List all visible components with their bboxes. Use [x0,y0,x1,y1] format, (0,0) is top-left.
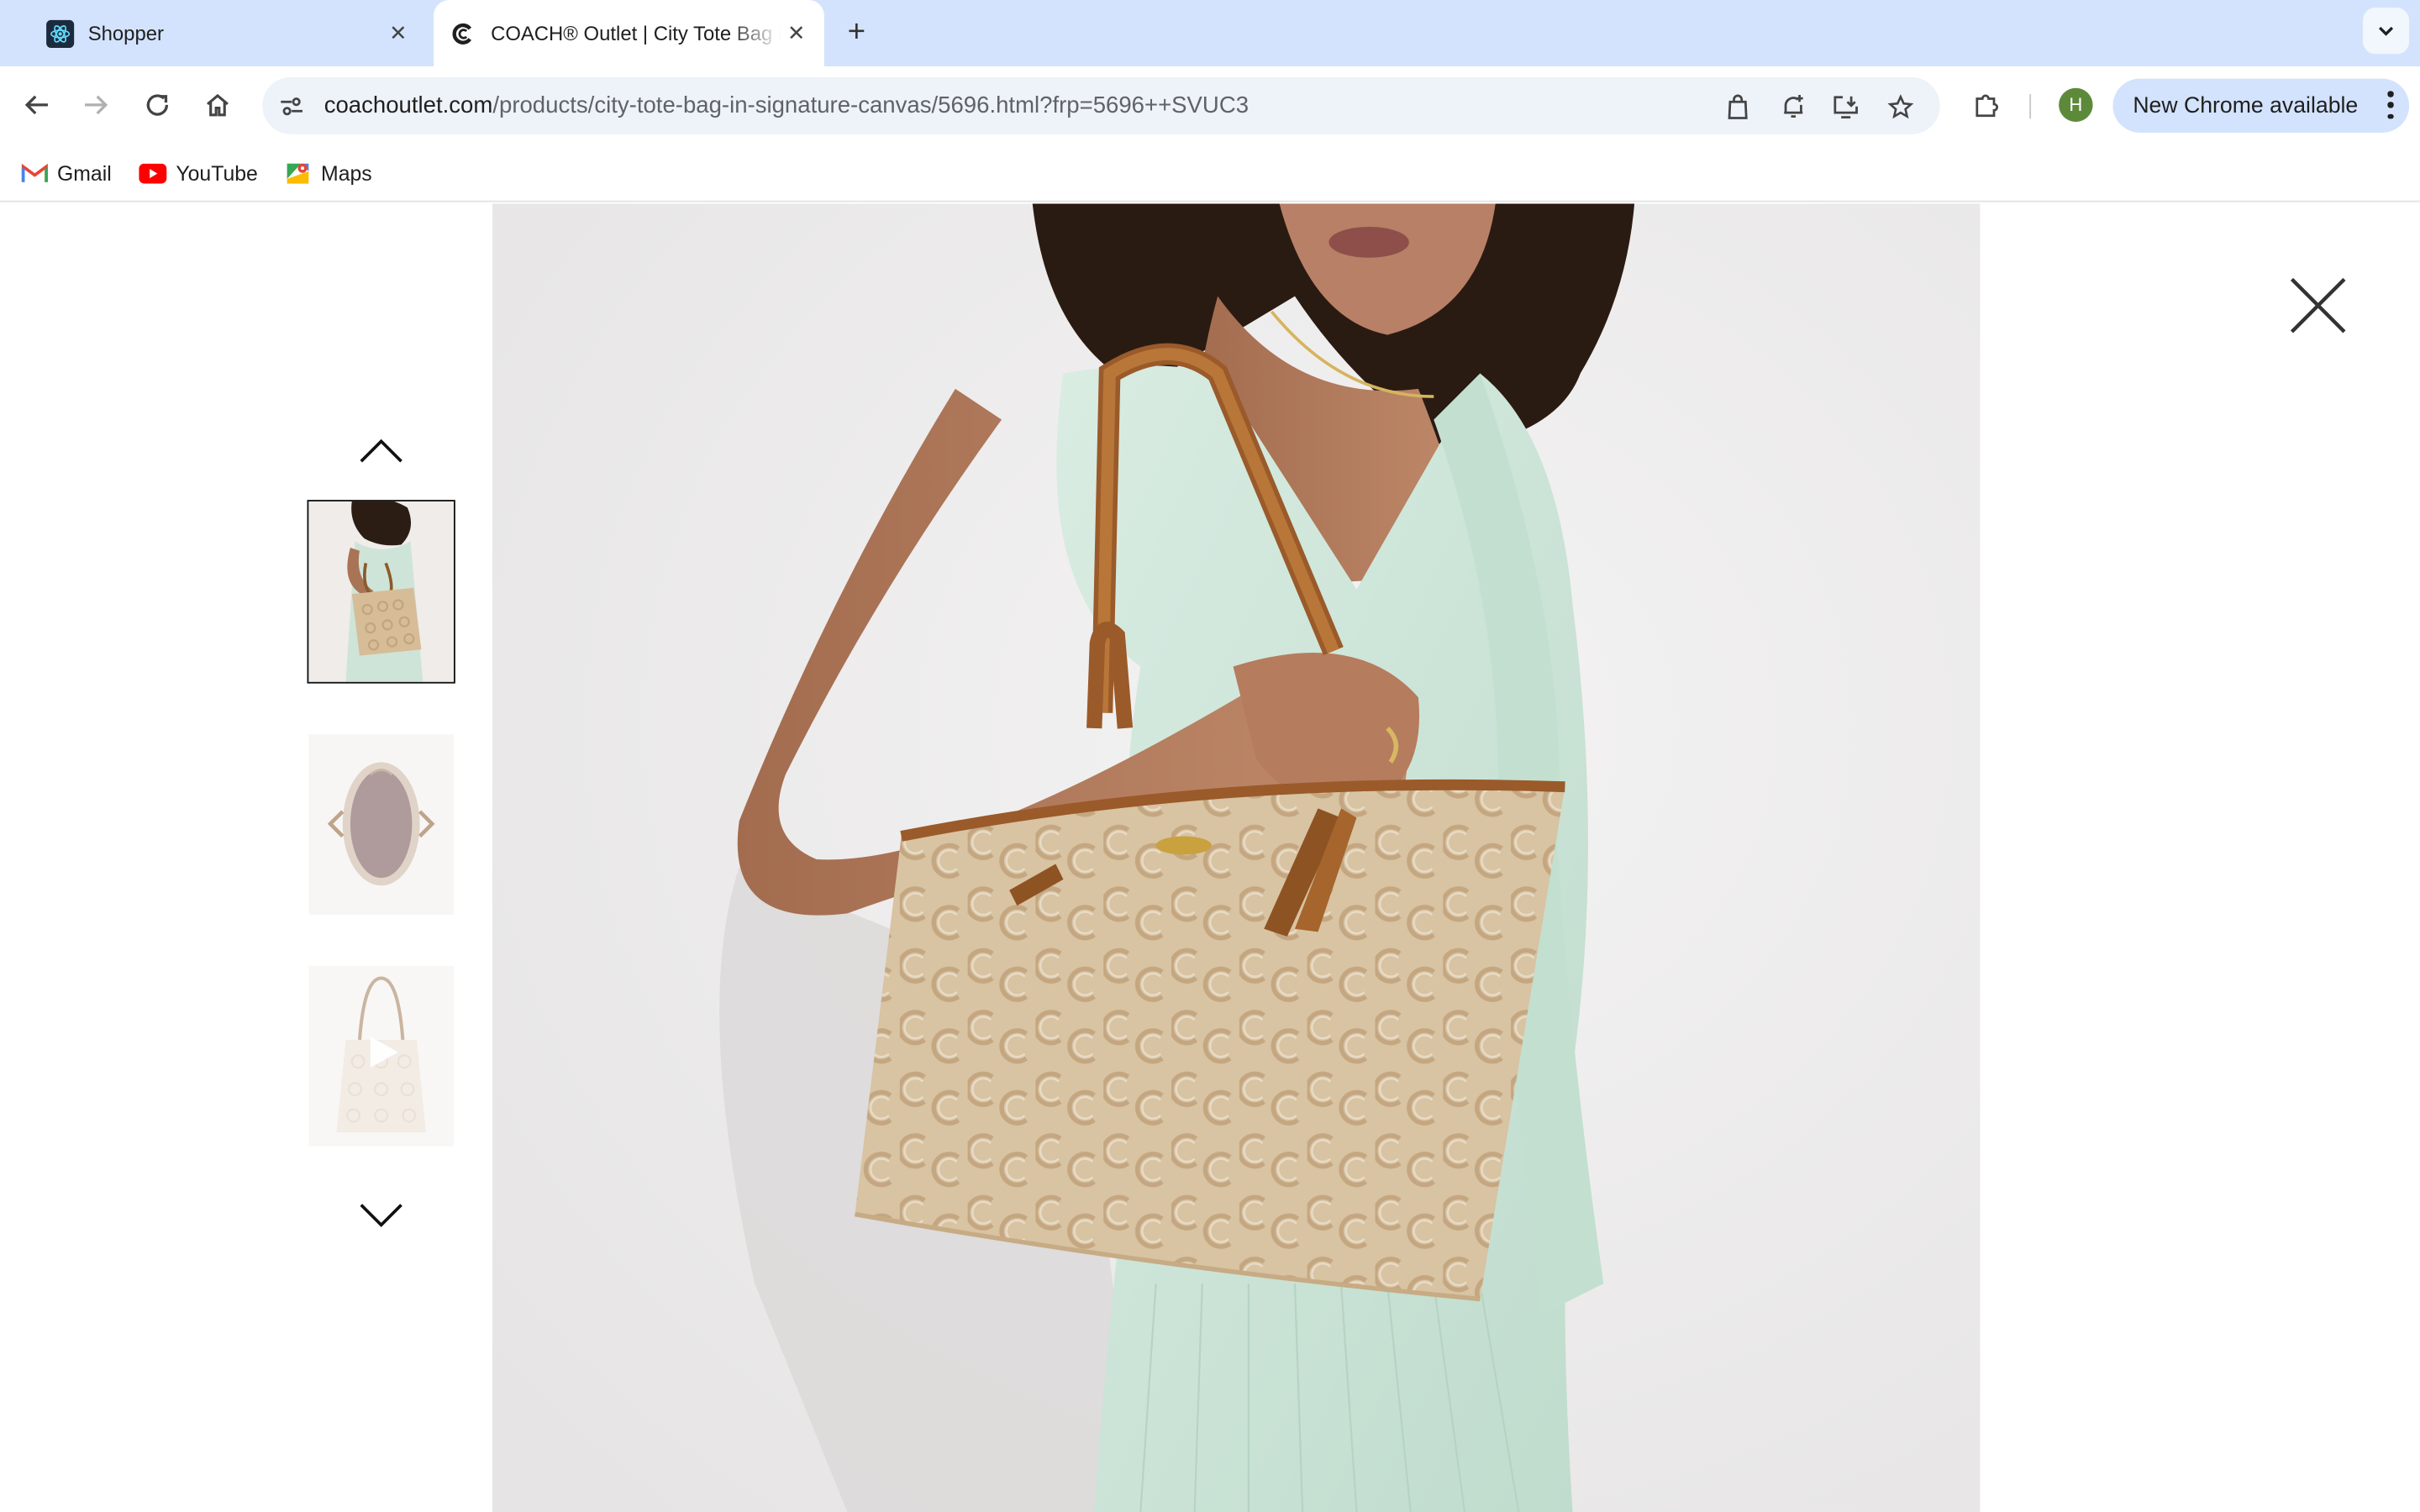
home-icon [207,93,229,117]
puzzle-icon [1975,94,1999,118]
thumbnail-image [308,501,454,682]
shopping-bag-icon[interactable] [1721,90,1754,123]
main-product-image [492,203,1981,1512]
react-atom-icon [46,18,75,48]
thumbnail-model-wearing-tote[interactable] [307,500,455,684]
profile-avatar[interactable]: H [2059,87,2093,123]
update-label: New Chrome available [2133,93,2359,118]
back-button[interactable] [17,85,57,125]
kebab-menu-icon[interactable] [2387,91,2394,119]
maps-icon [284,160,312,185]
chevron-down-icon [360,1204,402,1227]
bookmarks-bar: Gmail YouTube Maps [0,143,2420,202]
close-viewer-button[interactable] [2286,273,2350,338]
coach-c-icon [449,19,476,47]
product-photo [492,203,1981,1512]
tab-title: Shopper [87,21,164,45]
url-host: coachoutlet.com [324,92,493,119]
tab-coach-outlet[interactable]: COACH® Outlet | City Tote Bag in Signatu… [434,0,824,66]
home-button[interactable] [197,85,238,125]
chevron-up-icon [360,438,402,463]
url-path: /products/city-tote-bag-in-signature-can… [492,92,1249,119]
install-app-icon[interactable] [1828,90,1862,123]
new-tab-button[interactable]: + [838,14,875,51]
bookmark-label: Maps [321,160,372,185]
chrome-update-button[interactable]: New Chrome available [2112,78,2410,133]
thumbnail-image [308,965,454,1147]
tab-search-button[interactable] [2362,8,2410,55]
back-arrow-icon [24,95,48,115]
url-text[interactable]: coachoutlet.com/products/city-tote-bag-i… [324,92,1249,118]
toolbar-divider [2029,94,2032,119]
thumbnail-tote-video[interactable] [308,965,454,1147]
price-alert-icon[interactable] [1776,90,1810,123]
close-tab-icon[interactable]: ✕ [383,18,414,49]
browser-window: Shopper ✕ COACH® Outlet | City Tote Bag … [0,0,2420,1512]
chevron-down-icon [2379,26,2394,36]
tab-title: COACH® Outlet | City Tote Bag in Signatu… [491,21,781,45]
thumbnail-tote-interior[interactable] [308,734,454,916]
forward-button[interactable] [76,85,116,125]
bookmark-youtube[interactable]: YouTube [139,159,258,186]
reload-button[interactable] [137,85,177,125]
tab-shopper[interactable]: Shopper ✕ [31,0,426,66]
forward-arrow-icon [85,95,108,115]
bookmark-label: YouTube [176,160,258,185]
toolbar: coachoutlet.com/products/city-tote-bag-i… [0,66,2420,144]
site-settings-icon[interactable] [275,90,308,123]
close-icon [2290,277,2346,333]
bookmark-maps[interactable]: Maps [284,159,372,186]
extensions-button[interactable] [1968,87,2005,123]
gmail-icon [20,160,48,185]
bookmark-label: Gmail [56,160,112,185]
thumbnail-image [308,734,454,916]
close-tab-icon[interactable]: ✕ [781,18,812,49]
address-bar[interactable]: coachoutlet.com/products/city-tote-bag-i… [262,76,1940,134]
bookmark-star-icon[interactable] [1883,90,1917,123]
next-thumbnail-button[interactable] [354,1197,409,1234]
tab-strip: Shopper ✕ COACH® Outlet | City Tote Bag … [0,0,2420,66]
reload-icon [146,94,169,116]
previous-thumbnail-button[interactable] [354,432,409,469]
youtube-icon [139,160,167,185]
product-image-viewer [0,203,2420,1512]
bookmark-gmail[interactable]: Gmail [20,159,112,186]
